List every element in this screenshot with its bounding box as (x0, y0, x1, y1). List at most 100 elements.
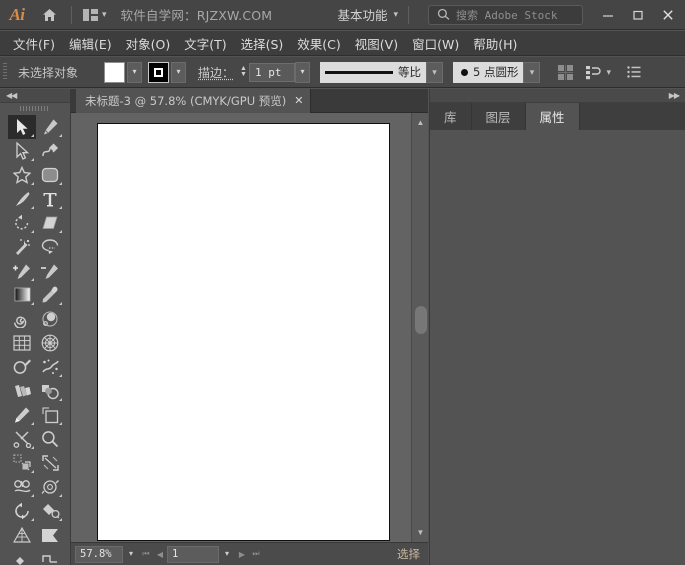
tool-fill-stroke-proxy[interactable] (8, 547, 36, 565)
artboard[interactable] (97, 123, 390, 541)
stroke-weight-stepper[interactable]: ▲ ▼ (240, 66, 247, 78)
tool-pen[interactable] (36, 115, 64, 139)
tool-blend[interactable] (8, 379, 36, 403)
scroll-down-icon[interactable]: ▼ (412, 525, 429, 540)
tools-panel-grip[interactable] (0, 103, 70, 113)
tool-lasso[interactable] (36, 235, 64, 259)
tool-spiral[interactable] (8, 307, 36, 331)
title-divider (408, 6, 409, 24)
transform-button[interactable] (582, 61, 604, 83)
brush-definition-combo[interactable]: 5 点圆形 (453, 62, 523, 83)
tool-paintbrush[interactable] (8, 187, 36, 211)
tool-eyedropper[interactable] (36, 283, 64, 307)
next-artboard-button[interactable]: ▶ (235, 546, 249, 563)
tool-live-paint-bucket[interactable] (36, 499, 64, 523)
chevron-down-icon[interactable]: ▾ (606, 68, 611, 77)
scrollbar-thumb[interactable] (415, 306, 427, 334)
tool-selection[interactable] (8, 115, 36, 139)
first-artboard-button[interactable]: ⏮ (139, 546, 153, 563)
tool-eraser[interactable] (36, 211, 64, 235)
fill-swatch-group[interactable]: ▾ (104, 62, 142, 83)
tool-star[interactable] (8, 163, 36, 187)
brush-definition-dropdown[interactable]: ▾ (523, 62, 540, 83)
panel-options-button[interactable] (623, 61, 645, 83)
stroke-weight-label[interactable]: 描边： (198, 64, 234, 81)
tool-zoom[interactable] (36, 427, 64, 451)
stroke-swatch[interactable] (148, 62, 169, 83)
current-tool-label[interactable]: 选择 (397, 546, 420, 562)
tool-shape-builder[interactable] (36, 379, 64, 403)
panel-tab-libraries[interactable]: 库 (430, 103, 472, 130)
tool-type[interactable] (36, 187, 64, 211)
tool-direct-selection[interactable] (8, 139, 36, 163)
expand-right-icon[interactable]: ▶▶ (669, 91, 679, 100)
tool-rotate[interactable] (8, 211, 36, 235)
zoom-level-input[interactable]: 57.8% (75, 546, 123, 563)
previous-artboard-button[interactable]: ◀ (153, 546, 167, 563)
menu-item-type[interactable]: 文字(T) (177, 31, 233, 56)
tool-rounded-rectangle[interactable] (36, 163, 64, 187)
menu-item-file[interactable]: 文件(F) (6, 31, 62, 56)
document-tab[interactable]: 未标题-3 @ 57.8% (CMYK/GPU 预览) ✕ (76, 89, 311, 113)
menu-item-edit[interactable]: 编辑(E) (62, 31, 119, 56)
home-icon[interactable] (34, 0, 64, 30)
menu-item-window[interactable]: 窗口(W) (405, 31, 466, 56)
tool-flyout-indicator (31, 278, 34, 281)
tool-curvature[interactable] (36, 139, 64, 163)
panel-tab-properties[interactable]: 属性 (526, 103, 580, 130)
align-button[interactable] (554, 61, 576, 83)
search-input[interactable]: 搜索 Adobe Stock (428, 5, 583, 25)
tool-artboard[interactable] (36, 403, 64, 427)
tool-magic-wand[interactable] (8, 235, 36, 259)
menu-item-help[interactable]: 帮助(H) (466, 31, 524, 56)
stroke-weight-input[interactable]: 1 pt (249, 63, 295, 82)
artboard-number-input[interactable]: 1 (167, 546, 219, 563)
tool-add-anchor-point[interactable] (8, 259, 36, 283)
tool-pencil[interactable] (8, 403, 36, 427)
tool-warp[interactable] (36, 475, 64, 499)
tool-rectangular-grid[interactable] (8, 331, 36, 355)
menu-item-object[interactable]: 对象(O) (119, 31, 178, 56)
tool-gradient[interactable] (8, 283, 36, 307)
panel-tab-layers[interactable]: 图层 (472, 103, 526, 130)
fill-dropdown[interactable]: ▾ (127, 62, 142, 83)
stroke-profile-combo[interactable]: 等比 (320, 62, 426, 83)
tool-shaper[interactable] (8, 355, 36, 379)
artboard-number-dropdown[interactable]: ▾ (219, 546, 235, 563)
tool-symbol-sprayer[interactable] (36, 355, 64, 379)
tool-scissors[interactable] (8, 427, 36, 451)
workspace-switcher[interactable]: 基本功能 ▾ (337, 5, 398, 24)
stroke-swatch-group[interactable]: ▾ (148, 62, 186, 83)
tool-free-transform[interactable] (36, 451, 64, 475)
tool-perspective-grid[interactable] (8, 523, 36, 547)
close-button[interactable] (653, 4, 683, 26)
tools-panel-header[interactable]: ◀◀ (0, 89, 70, 103)
last-artboard-button[interactable]: ⏭ (249, 546, 263, 563)
tool-polar-grid[interactable] (36, 331, 64, 355)
close-icon[interactable]: ✕ (294, 96, 303, 107)
control-bar-grip[interactable] (3, 63, 7, 81)
scroll-up-icon[interactable]: ▲ (412, 115, 429, 130)
minimize-button[interactable] (593, 4, 623, 26)
stroke-dropdown[interactable]: ▾ (171, 62, 186, 83)
stroke-weight-dropdown[interactable]: ▾ (295, 62, 310, 83)
tool-width[interactable] (8, 475, 36, 499)
maximize-button[interactable] (623, 4, 653, 26)
tool-rotate-twirl[interactable] (36, 307, 64, 331)
arrange-documents-button[interactable]: ▾ (79, 4, 111, 26)
collapse-left-icon[interactable]: ◀◀ (6, 91, 16, 100)
tool-measure[interactable] (8, 451, 36, 475)
canvas-vertical-scrollbar[interactable]: ▲ ▼ (411, 113, 428, 542)
dock-header[interactable]: ▶▶ (430, 89, 685, 103)
tool-screen-mode[interactable] (36, 547, 64, 565)
tool-delete-anchor-point[interactable] (36, 259, 64, 283)
tool-reshape[interactable] (8, 499, 36, 523)
tool-slice[interactable] (36, 523, 64, 547)
zoom-level-dropdown[interactable]: ▾ (123, 546, 139, 563)
stroke-profile-dropdown[interactable]: ▾ (426, 62, 443, 83)
menu-item-select[interactable]: 选择(S) (234, 31, 291, 56)
fill-swatch[interactable] (104, 62, 125, 83)
menu-item-view[interactable]: 视图(V) (348, 31, 405, 56)
canvas-area[interactable] (71, 113, 428, 542)
menu-item-effect[interactable]: 效果(C) (290, 31, 347, 56)
